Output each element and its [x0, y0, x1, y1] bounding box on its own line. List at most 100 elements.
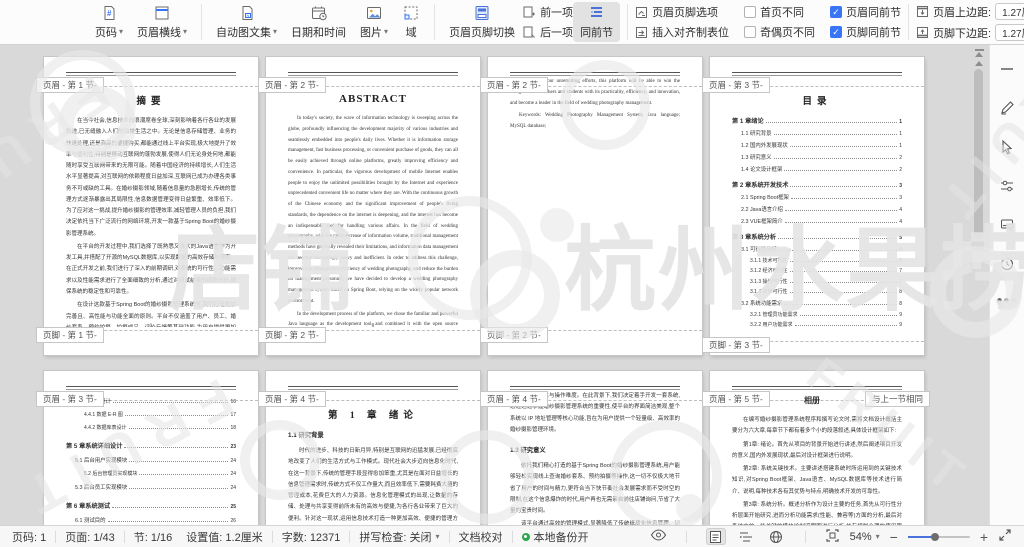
- collapse-line-icon[interactable]: [999, 61, 1015, 77]
- body-paragraph: 第1章: 绪论。首先从项目的背景开始进行讲述,然后阐述项目开发的意义,国内外发展…: [732, 441, 902, 459]
- zoom-level-dropdown[interactable]: 54% ▾: [850, 531, 880, 543]
- proofread-button[interactable]: 文档校对: [459, 529, 503, 545]
- field-button[interactable]: 域: [395, 2, 427, 42]
- spell-check-dropdown[interactable]: 拼写检查: 关闭 ▾: [359, 529, 439, 545]
- header-underline: [732, 72, 902, 76]
- page-content[interactable]: 第 1 章 绪论 1.1 研究背景 时代的进步、科技的日新月异,特别是互联网的迅猛发…: [288, 407, 458, 525]
- page-content[interactable]: ABSTRACT In today's society, the wave of …: [288, 93, 458, 327]
- pencil-edit-icon[interactable]: [999, 100, 1015, 116]
- zoom-slider[interactable]: [907, 532, 970, 541]
- svg-text:N: N: [246, 13, 249, 18]
- chevron-down-icon: ▾: [119, 27, 124, 36]
- header-section-label: 页眉 - 第 2 节-: [258, 77, 326, 94]
- prev-item-button[interactable]: 前一项: [522, 4, 573, 20]
- page-number-icon: #: [100, 4, 118, 22]
- page-number-label: 页码: [95, 27, 117, 39]
- page-view-icon[interactable]: [705, 528, 726, 545]
- diff-odd-even-checkbox[interactable]: 奇偶页不同: [744, 24, 815, 40]
- web-view-icon[interactable]: [766, 528, 786, 545]
- chevron-down-icon: ▾: [183, 27, 188, 36]
- toc-entry: 6.1 测试目的 26: [75, 518, 236, 524]
- autotext-label: 自动图文集: [216, 27, 272, 39]
- next-item-icon: [522, 25, 536, 39]
- field-label: 域: [405, 27, 417, 39]
- switch-header-footer-icon: [473, 4, 491, 22]
- document-page[interactable]: 页眉 - 第 2 节- ABSTRACT In today's society, t…: [258, 57, 480, 355]
- fit-page-icon[interactable]: [825, 528, 840, 546]
- picture-button[interactable]: 图片 ▾: [353, 2, 395, 42]
- document-page[interactable]: 页眉 - 第 1 节- 摘要 在当今社会,信息技术的浪潮席卷全球,深刻影响着各行各业…: [36, 57, 258, 355]
- header-top-margin-input[interactable]: 1.27厘米: [995, 3, 1024, 20]
- document-canvas[interactable]: 页眉 - 第 1 节- 摘要 在当今社会,信息技术的浪潮席卷全球,深刻影响着各行各业…: [0, 45, 970, 525]
- footer-same-prev-checkbox[interactable]: 页脚同前节: [830, 24, 901, 40]
- header-margin-icon: [916, 5, 929, 18]
- status-page-count: 页面: 1/43: [65, 531, 115, 544]
- toc-entry: 第 2 章系统开发技术 3: [732, 182, 902, 189]
- next-item-button[interactable]: 后一项: [522, 24, 573, 40]
- zoom-slider-knob[interactable]: [930, 532, 939, 541]
- eye-preview-icon[interactable]: [650, 528, 667, 545]
- scroll-top-icon[interactable]: [973, 49, 985, 57]
- header-top-margin-value: 1.27厘米: [1002, 8, 1024, 19]
- footer-bottom-margin-label: 页脚下边距:: [933, 27, 992, 40]
- toc-entry: 3.1.4 法律可行性 8: [750, 289, 902, 295]
- signature-stamp-icon[interactable]: [999, 217, 1015, 233]
- outline-view-icon[interactable]: [736, 528, 756, 545]
- page-number-button[interactable]: # 页码 ▾: [88, 2, 130, 42]
- autotext-button[interactable]: N 自动图文集 ▾: [209, 2, 284, 42]
- document-page[interactable]: 页眉 - 第 3 节-4.4 数据库设计164.4.1 数据 E-R 图174.…: [36, 371, 258, 525]
- toc-entry: 3.1 可行性分析 6: [741, 247, 902, 253]
- header-text: 相册: [804, 396, 820, 405]
- status-divider: [511, 530, 513, 543]
- page-content[interactable]: 在编写婚纱摄影管理系统程序和撰写论文时,需将文档设计概括主要分为六大章,每章节下…: [732, 415, 902, 525]
- header-underline: [288, 72, 458, 76]
- footer-section-label: 页脚 - 第 3 节-: [702, 336, 770, 353]
- date-time-button[interactable]: 日期和时间: [284, 2, 353, 42]
- header-footer-options-label: 页眉页脚选项: [652, 7, 719, 19]
- scroll-up-icon[interactable]: [973, 61, 985, 66]
- toc-entry: 3.1.1 技术可行性 6: [750, 257, 902, 264]
- header-section-label: 页眉 - 第 3 节-: [702, 77, 770, 94]
- more-dots-icon[interactable]: ●●●: [996, 295, 1017, 306]
- switch-header-footer-button[interactable]: 页眉页脚切换: [442, 2, 522, 42]
- header-same-prev-checkbox[interactable]: 页眉同前节: [830, 4, 901, 20]
- header-footer-options-button[interactable]: 页眉页脚选项: [635, 4, 729, 20]
- page-content[interactable]: 摘要 在当今社会,信息技术的浪潮席卷全球,深刻影响着各行各业的发展轨迹,已无缝融入…: [66, 93, 236, 327]
- document-page[interactable]: 页眉 - 第 3 节- 目录第 1 章绪论 1 1.1 研究背景 1 1.2 国内外发展现…: [702, 57, 924, 355]
- picture-icon: [365, 4, 383, 22]
- body-paragraph: 依托我们精心打造的基于Spring Boot的婚纱摄影管理系统,用户能够轻松实现…: [510, 463, 680, 515]
- header-underline: [66, 386, 236, 390]
- zoom-out-icon[interactable]: −: [890, 530, 898, 544]
- adjust-sliders-icon[interactable]: [999, 178, 1015, 194]
- switch-header-footer-label: 页眉页脚切换: [449, 27, 516, 39]
- same-section-button[interactable]: 同前节: [573, 2, 621, 42]
- status-divider: [685, 530, 687, 543]
- insert-align-tab-button[interactable]: 插入对齐制表位: [635, 24, 729, 40]
- toc-entry: 2.3 VUE框架简介 4: [741, 219, 902, 225]
- zoom-in-icon[interactable]: +: [980, 530, 988, 544]
- document-page[interactable]: 页眉 - 第 5 节- 相册 与上一节相同 在编写婚纱摄影管理系统程序和撰写论文时,需…: [702, 371, 930, 525]
- page-content[interactable]: 4.4 数据库设计164.4.1 数据 E-R 图174.4.2 数据库表设计1…: [66, 391, 236, 525]
- history-clock-icon[interactable]: [999, 256, 1015, 272]
- document-page[interactable]: 页眉 - 第 4 节- 第 1 章 绪论 1.1 研究背景 时代的进步、科技的日新月异…: [258, 371, 480, 525]
- document-page[interactable]: 页眉 - 第 4 节- 习惯的学习成本与操作难度。在此背景下,我们决定着手开发一套…: [480, 371, 702, 525]
- page-content[interactable]: 习惯的学习成本与操作难度。在此背景下,我们决定着手开发一套系统,通过迅速掌握婚纱…: [510, 391, 680, 525]
- footer-bottom-margin-input[interactable]: 1.27厘米: [995, 24, 1024, 41]
- local-backup-status[interactable]: 本地备份开: [521, 529, 589, 545]
- page-content[interactable]: that through our unremitting efforts, th…: [510, 77, 680, 327]
- page-content[interactable]: 目录第 1 章绪论 1 1.1 研究背景 1 1.2 国内外发展现状 1 1.3 研究意义 2…: [732, 93, 902, 327]
- header-top-margin-label: 页眉上边距:: [933, 6, 992, 19]
- toc-entry: 1.3 研究意义 2: [741, 155, 902, 161]
- cursor-select-icon[interactable]: [999, 139, 1015, 155]
- status-divider: [271, 530, 273, 543]
- fullscreen-icon[interactable]: [998, 528, 1012, 545]
- diff-first-page-label: 首页不同: [760, 7, 805, 19]
- toc-entry: 5.1 后台用户实现模块 24: [75, 458, 236, 464]
- diff-first-page-checkbox[interactable]: 首页不同: [744, 4, 815, 20]
- autotext-icon: N: [238, 4, 256, 22]
- prev-item-icon: [522, 5, 536, 19]
- scrollbar-thumb[interactable]: [974, 69, 983, 239]
- document-page[interactable]: 页眉 - 第 2 节-that through our unremitting …: [480, 57, 702, 355]
- vertical-scrollbar[interactable]: [970, 45, 988, 525]
- header-line-button[interactable]: 页眉横线 ▾: [130, 2, 194, 42]
